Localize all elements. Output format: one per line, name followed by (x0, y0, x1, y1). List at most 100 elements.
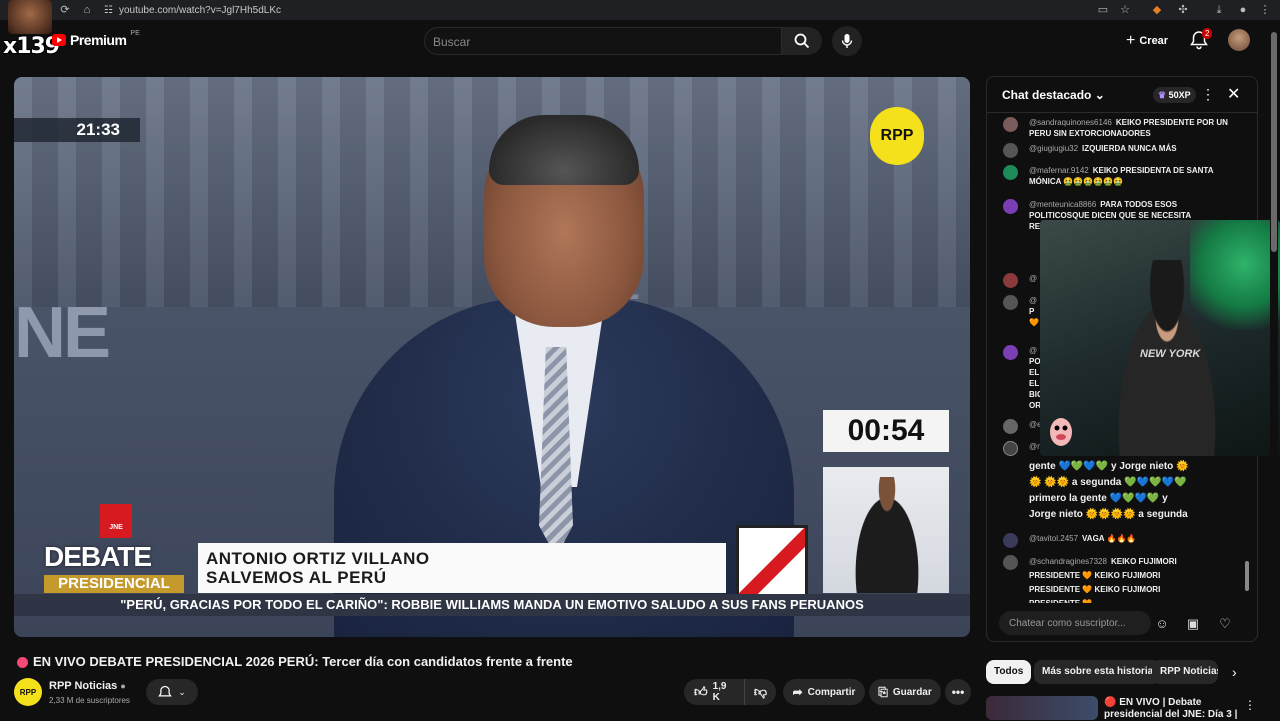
chat-username[interactable]: @schandragines7328 (1029, 557, 1107, 566)
chat-message: @ PO EL EL BIC OR (1003, 345, 1043, 411)
home-icon[interactable]: ⌂ (80, 3, 94, 17)
xp-badge[interactable]: ♛ 50XP (1153, 87, 1196, 103)
streamer-webcam: NEW YORK (1040, 220, 1280, 456)
search-button[interactable] (782, 27, 822, 55)
candidate-party: SALVEMOS AL PERÚ (206, 568, 387, 587)
recommendation-thumbnail[interactable] (986, 696, 1098, 720)
chat-avatar[interactable] (1003, 533, 1018, 548)
live-indicator-icon (17, 657, 28, 668)
create-button[interactable]: + Crear (1126, 30, 1168, 52)
chat-username[interactable]: @tavitol.2457 (1029, 534, 1078, 543)
chat-message: @nolo (1003, 441, 1052, 456)
save-button[interactable]: ⎘ Guardar (869, 679, 941, 705)
chat-username[interactable]: @giugiugiu32 (1029, 144, 1078, 153)
party-flag-stripe (739, 528, 805, 594)
chip-more-story[interactable]: Más sobre esta historia (1034, 660, 1162, 684)
sign-language-interpreter (823, 467, 949, 593)
channel-name[interactable]: RPP Noticias ● (49, 680, 126, 692)
pink-character-sticker (1050, 418, 1072, 446)
address-bar[interactable]: ☷ youtube.com/watch?v=Jgl7Hh5dLKc (104, 2, 1104, 18)
page-scroll-thumb[interactable] (1271, 32, 1277, 252)
chip-all[interactable]: Todos (986, 660, 1032, 684)
chat-message: @sandraquinones6146 KEIKO PRESIDENTE POR … (1003, 117, 1235, 139)
crown-icon: ♛ (1158, 90, 1167, 100)
share-icon: ➦ (792, 685, 803, 699)
chat-username[interactable]: @mafernar.9142 (1029, 166, 1089, 175)
chat-message: gente 💙💚💙💚 y Jorge nieto 🌞🌞 🌞🌞 a segunda… (1003, 459, 1193, 523)
extensions-puzzle-icon[interactable]: ✣ (1176, 3, 1190, 17)
presidencial-word: PRESIDENCIAL (44, 575, 184, 593)
dislike-button[interactable]: 👎︎ (744, 679, 776, 705)
chat-avatar[interactable] (1003, 199, 1018, 214)
chat-message: @ P 🧡 (1003, 295, 1043, 328)
subscriber-count: 2,33 M de suscriptores (49, 696, 130, 705)
channel-avatar[interactable]: RPP (14, 678, 42, 706)
chip-rpp[interactable]: RPP Noticias (1152, 660, 1218, 684)
profile-icon[interactable]: ● (1236, 3, 1250, 17)
super-chat-icon[interactable]: ▣ (1184, 615, 1202, 633)
site-info-icon[interactable]: ☷ (104, 5, 113, 16)
chat-message: @schandragines7328 KEIKO FUJIMORI PRESIDE… (1003, 555, 1203, 603)
chat-mode-dropdown[interactable]: Chat destacado ⌄ (1002, 88, 1105, 102)
xp-value: 50XP (1168, 90, 1191, 100)
chat-message: @giugiugiu32 IZQUIERDA NUNCA MÁS (1003, 143, 1235, 158)
youtube-premium-logo[interactable]: Premium PE (52, 29, 140, 48)
subscription-bell-button[interactable]: ⌄ (146, 679, 198, 705)
recommendation-title[interactable]: 🔴 EN VIVO | Debate presidencial del JNE:… (1104, 697, 1244, 721)
chat-scroll-thumb[interactable] (1245, 561, 1249, 591)
more-horizontal-icon: ••• (951, 685, 965, 699)
news-ticker: "PERÚ, GRACIAS POR TODO EL CARIÑO": ROBB… (14, 594, 970, 616)
chevron-right-icon[interactable]: › (1232, 664, 1237, 680)
chat-username[interactable]: @sandraquinones6146 (1029, 118, 1112, 127)
chat-avatar[interactable] (1003, 143, 1018, 158)
heart-icon[interactable]: ♡ (1216, 615, 1234, 633)
chat-mode-label: Chat destacado (1002, 88, 1092, 102)
account-avatar[interactable] (1228, 29, 1250, 51)
chat-input[interactable] (999, 611, 1151, 635)
chat-text: gente 💙💚💙💚 y Jorge nieto 🌞🌞 🌞🌞 a segunda… (1029, 461, 1189, 520)
chevron-down-icon: ⌄ (178, 686, 186, 697)
microphone-icon (841, 34, 853, 48)
browser-menu-icon[interactable]: ⋮ (1258, 3, 1272, 17)
browser-toolbar: ⟳ ⌂ ☷ youtube.com/watch?v=Jgl7Hh5dLKc ▭ … (0, 0, 1280, 20)
chat-avatar[interactable] (1003, 345, 1018, 360)
chat-username[interactable]: @menteunica8866 (1029, 200, 1096, 209)
streamer-overlay: x139 (0, 0, 60, 60)
voice-search-button[interactable] (832, 26, 862, 56)
search-icon (794, 33, 810, 49)
chat-avatar[interactable] (1003, 555, 1018, 570)
debate-presidencial-logo: DEBATE PRESIDENCIAL (40, 539, 188, 597)
extension-icon[interactable]: ◆ (1150, 3, 1164, 17)
chat-avatar[interactable] (1003, 165, 1018, 180)
chat-username[interactable]: @ (1029, 296, 1037, 305)
like-button[interactable]: 👍︎ 1,9 K (684, 679, 744, 705)
video-player[interactable]: NE E 21:33 RPP 00:54 JNE DEBATE PRESIDEN… (14, 77, 970, 637)
refresh-icon[interactable]: ⟳ (58, 3, 72, 17)
notification-badge: 2 (1202, 28, 1213, 39)
region-code: PE (130, 29, 140, 37)
cast-icon[interactable]: ▭ (1096, 3, 1110, 17)
notifications-button[interactable]: 2 (1190, 28, 1213, 52)
close-icon[interactable]: ✕ (1227, 84, 1240, 104)
share-button[interactable]: ➦ Compartir (783, 679, 865, 705)
recommendation-menu-icon[interactable]: ⋮ (1244, 698, 1256, 712)
chat-avatar[interactable] (1003, 295, 1018, 310)
chat-avatar[interactable] (1003, 117, 1018, 132)
page-scrollbar[interactable] (1270, 30, 1278, 720)
search-input[interactable] (433, 33, 773, 51)
chat-avatar[interactable] (1003, 273, 1018, 288)
downloads-icon[interactable]: ⤓ (1212, 3, 1226, 17)
chat-avatar[interactable] (1003, 441, 1018, 456)
bookmark-star-icon[interactable]: ☆ (1118, 3, 1132, 17)
jne-logo: JNE (100, 504, 132, 538)
chat-menu-icon[interactable]: ⋮ (1201, 86, 1215, 103)
chat-username[interactable]: @ (1029, 274, 1037, 283)
chat-username[interactable]: @ (1029, 346, 1037, 355)
bell-icon (158, 685, 172, 696)
emoji-icon[interactable]: ☺ (1153, 615, 1171, 633)
create-label: Crear (1139, 35, 1169, 47)
youtube-play-icon (52, 34, 66, 46)
chat-avatar[interactable] (1003, 419, 1018, 434)
more-actions-button[interactable]: ••• (945, 679, 971, 705)
chat-text: 🧡 (1029, 318, 1039, 327)
